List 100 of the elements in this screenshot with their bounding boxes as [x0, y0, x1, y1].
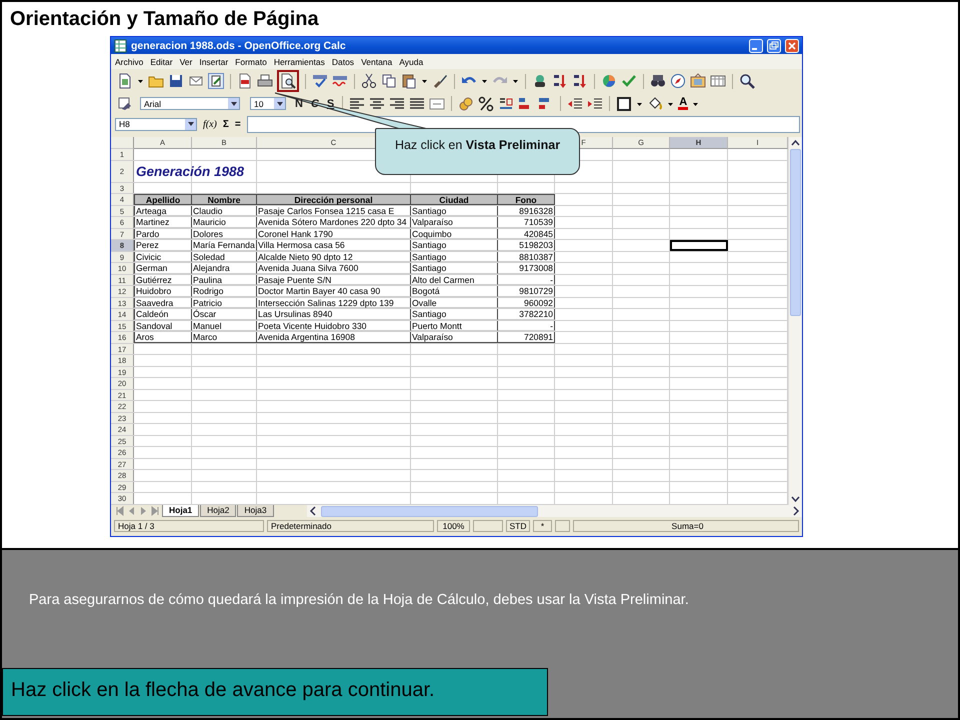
paint-bucket-icon[interactable]	[647, 96, 664, 112]
dropdown-arrow-icon[interactable]	[186, 120, 194, 128]
table-cell: Doctor Martin Bayer 40 casa 90	[257, 286, 411, 296]
menu-item[interactable]: Editar	[150, 56, 173, 66]
pie-chart-icon[interactable]	[601, 73, 617, 89]
align-center-icon[interactable]	[369, 96, 386, 112]
sum-button[interactable]: Σ	[222, 118, 229, 130]
scrollbar-thumb[interactable]	[790, 149, 801, 316]
binoculars-icon[interactable]	[650, 73, 666, 89]
table-cell: Puerto Montt	[411, 320, 498, 331]
table-cell: Paulina	[192, 274, 257, 285]
align-left-icon[interactable]	[349, 96, 366, 112]
borders-icon[interactable]	[616, 96, 632, 112]
paintbrush-icon[interactable]	[432, 73, 448, 89]
copy-icon[interactable]	[381, 73, 397, 89]
font-size-field[interactable]: 10	[250, 97, 286, 110]
justify-icon[interactable]	[409, 96, 426, 112]
table-cell: 5198203	[498, 240, 555, 250]
table-cell: Bogotá	[411, 286, 498, 296]
table-cell: Caldeón	[134, 309, 192, 320]
table-cell: Santiago	[411, 263, 498, 274]
bold-button[interactable]: N	[293, 98, 305, 110]
decrease-indent-icon[interactable]	[567, 96, 584, 112]
font-color-button[interactable]: A	[678, 97, 688, 110]
sheet-tab[interactable]: Hoja2	[200, 505, 236, 517]
formula-button[interactable]: =	[234, 118, 241, 130]
auto-spellcheck-icon[interactable]	[332, 73, 348, 89]
table-cell: -	[498, 320, 555, 331]
status-field: *	[533, 520, 552, 532]
cell-cursor[interactable]	[670, 240, 728, 250]
vertical-scrollbar[interactable]	[788, 137, 802, 504]
menu-item[interactable]: Insertar	[199, 56, 228, 66]
font-name-field[interactable]: Arial	[140, 97, 240, 110]
status-field: Predeterminado	[267, 520, 434, 532]
table-cell: Coronel Hank 1790	[257, 228, 411, 239]
menu-item[interactable]: Datos	[332, 56, 354, 66]
sort-ascending-icon[interactable]	[552, 73, 568, 89]
compass-icon[interactable]	[670, 73, 686, 89]
window-title: generacion 1988.ods - OpenOffice.org Calc	[131, 40, 347, 52]
table-cell: Saavedra	[134, 298, 192, 308]
function-wizard-button[interactable]: f(x)	[203, 118, 217, 130]
table-cell: Coquimbo	[411, 228, 498, 239]
table-cell: 8810387	[498, 252, 555, 262]
table-cell: -	[498, 274, 555, 285]
menu-item[interactable]: Ventana	[361, 56, 392, 66]
scrollbar-thumb[interactable]	[321, 506, 538, 516]
table-icon[interactable]	[710, 73, 726, 89]
gallery-icon[interactable]	[690, 73, 706, 89]
magnifier-icon[interactable]	[739, 73, 755, 89]
dropdown-arrow-icon[interactable]	[276, 100, 284, 108]
menu-item[interactable]: Herramientas	[274, 56, 325, 66]
new-document-icon[interactable]	[117, 73, 133, 89]
table-cell: Las Ursulinas 8940	[257, 309, 411, 320]
table-cell: Valparaíso	[411, 332, 498, 342]
table-cell: Soledad	[192, 252, 257, 262]
menu-item[interactable]: Formato	[235, 56, 267, 66]
coins-icon[interactable]	[458, 96, 474, 112]
sheet-title: Generación 1988	[136, 162, 244, 180]
pdf-document-icon[interactable]	[237, 73, 253, 89]
percent-icon[interactable]	[478, 96, 494, 112]
spreadsheet-icon[interactable]	[114, 38, 127, 52]
status-field: 100%	[437, 520, 470, 532]
table-cell: German	[134, 263, 192, 274]
table-cell: Poeta Vicente Huidobro 330	[257, 320, 411, 331]
spellcheck-icon[interactable]	[312, 73, 328, 89]
stylist-icon[interactable]	[117, 96, 133, 112]
merge-cells-icon[interactable]	[429, 96, 446, 112]
header-cell: Fono	[498, 194, 555, 204]
menu-item[interactable]: Archivo	[115, 56, 144, 66]
menu-item[interactable]: Ayuda	[399, 56, 424, 66]
table-cell: Mauricio	[192, 217, 257, 228]
table-cell: Gutiérrez	[134, 274, 192, 285]
page-preview-icon[interactable]	[277, 70, 299, 92]
save-icon[interactable]	[168, 73, 184, 89]
sheet-tab[interactable]: Hoja1	[162, 505, 200, 517]
scissors-icon[interactable]	[361, 73, 377, 89]
sort-descending-icon[interactable]	[572, 73, 588, 89]
edit-document-icon[interactable]	[208, 73, 224, 89]
align-right-icon[interactable]	[389, 96, 406, 112]
sheet-tab[interactable]: Hoja3	[237, 505, 274, 517]
table-cell: Marco	[192, 332, 257, 342]
menu-item[interactable]: Ver	[180, 56, 192, 66]
instruction-text: Para asegurarnos de cómo quedará la impresión de la Hoja de Cálculo, debes usar la Vista Preliminar.	[29, 592, 690, 610]
printer-icon[interactable]	[257, 73, 273, 89]
table-cell: Perez	[134, 240, 192, 250]
table-cell: Pardo	[134, 228, 192, 239]
table-cell: Avenida Argentina 16908	[257, 332, 411, 342]
name-box[interactable]: H8	[115, 118, 197, 130]
clipboard-icon[interactable]	[401, 73, 417, 89]
close-icon[interactable]	[785, 38, 799, 52]
table-cell: Avenida Sótero Mardones 220 dpto 34	[257, 217, 411, 228]
number-format-icon[interactable]	[498, 96, 514, 112]
increase-indent-icon[interactable]	[587, 96, 604, 112]
dropdown-arrow-icon[interactable]	[230, 100, 238, 108]
table-cell: Alcalde Nieto 90 dpto 12	[257, 252, 411, 262]
horizontal-scrollbar[interactable]	[307, 505, 802, 517]
checkmark-icon[interactable]	[621, 73, 637, 89]
minimize-icon[interactable]	[749, 38, 763, 52]
restore-icon[interactable]	[767, 38, 781, 52]
status-field	[473, 520, 503, 532]
